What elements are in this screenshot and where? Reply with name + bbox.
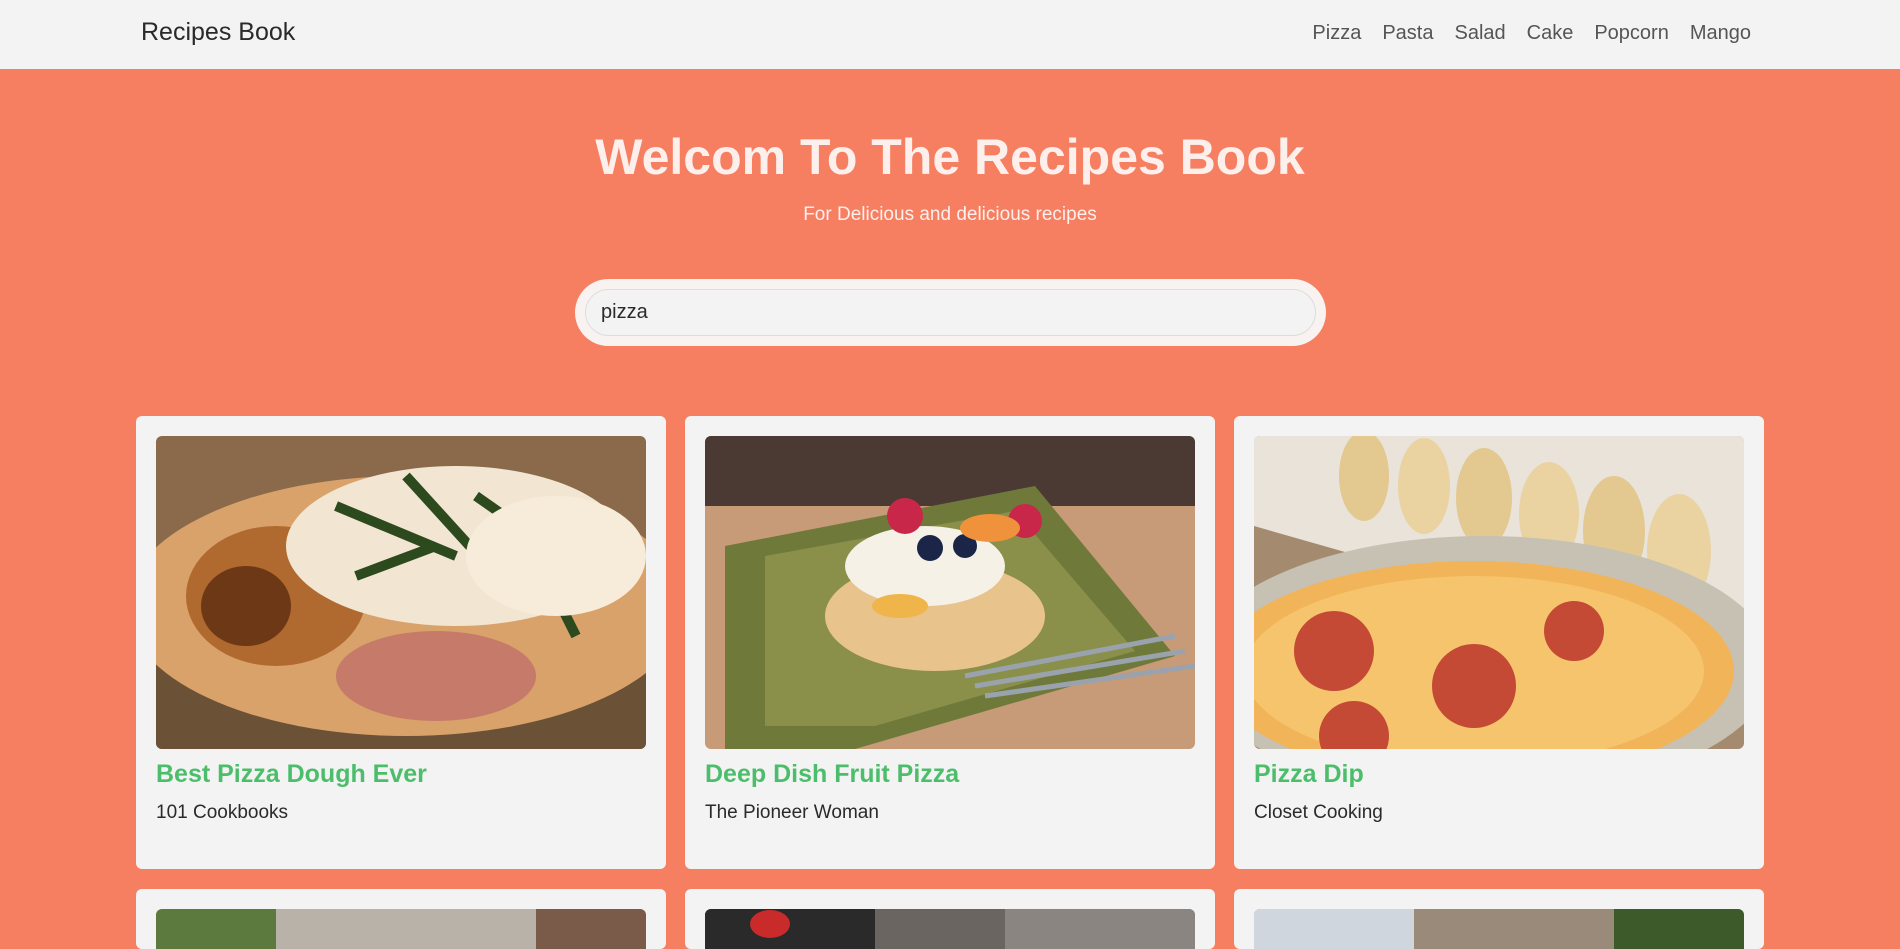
navbar: Recipes Book Pizza Pasta Salad Cake Popc… [0,0,1900,69]
nav-link-cake[interactable]: Cake [1527,22,1574,45]
recipe-card[interactable] [685,889,1215,949]
nav-link-popcorn[interactable]: Popcorn [1594,22,1669,45]
recipe-title[interactable]: Deep Dish Fruit Pizza [705,760,959,789]
recipe-source: 101 Cookbooks [156,802,289,823]
recipe-card[interactable]: Deep Dish Fruit Pizza The Pioneer Woman [685,416,1215,869]
brand-link[interactable]: Recipes Book [141,18,295,47]
nav-link-salad[interactable]: Salad [1454,22,1505,45]
recipe-image[interactable] [705,436,1195,749]
recipe-card[interactable]: Pizza Dip Closet Cooking [1234,416,1764,869]
search-input[interactable] [585,289,1316,336]
recipe-card[interactable] [1234,889,1764,949]
recipe-image[interactable] [705,909,1195,949]
recipe-image[interactable] [156,909,646,949]
recipe-image[interactable] [156,436,646,749]
recipe-source: Closet Cooking [1254,802,1383,823]
recipe-image[interactable] [1254,436,1744,749]
nav-link-pizza[interactable]: Pizza [1312,22,1361,45]
recipe-title[interactable]: Pizza Dip [1254,760,1364,789]
nav-link-pasta[interactable]: Pasta [1382,22,1433,45]
page-subtitle: For Delicious and delicious recipes [803,204,1097,225]
recipe-source: The Pioneer Woman [705,802,879,823]
recipe-card[interactable] [136,889,666,949]
search-box [575,279,1326,346]
recipe-card[interactable]: Best Pizza Dough Ever 101 Cookbooks [136,416,666,869]
recipe-image[interactable] [1254,909,1744,949]
recipe-title[interactable]: Best Pizza Dough Ever [156,760,427,789]
nav-link-mango[interactable]: Mango [1690,22,1751,45]
nav-links: Pizza Pasta Salad Cake Popcorn Mango [1291,22,1751,45]
page-title: Welcom To The Recipes Book [595,129,1305,185]
